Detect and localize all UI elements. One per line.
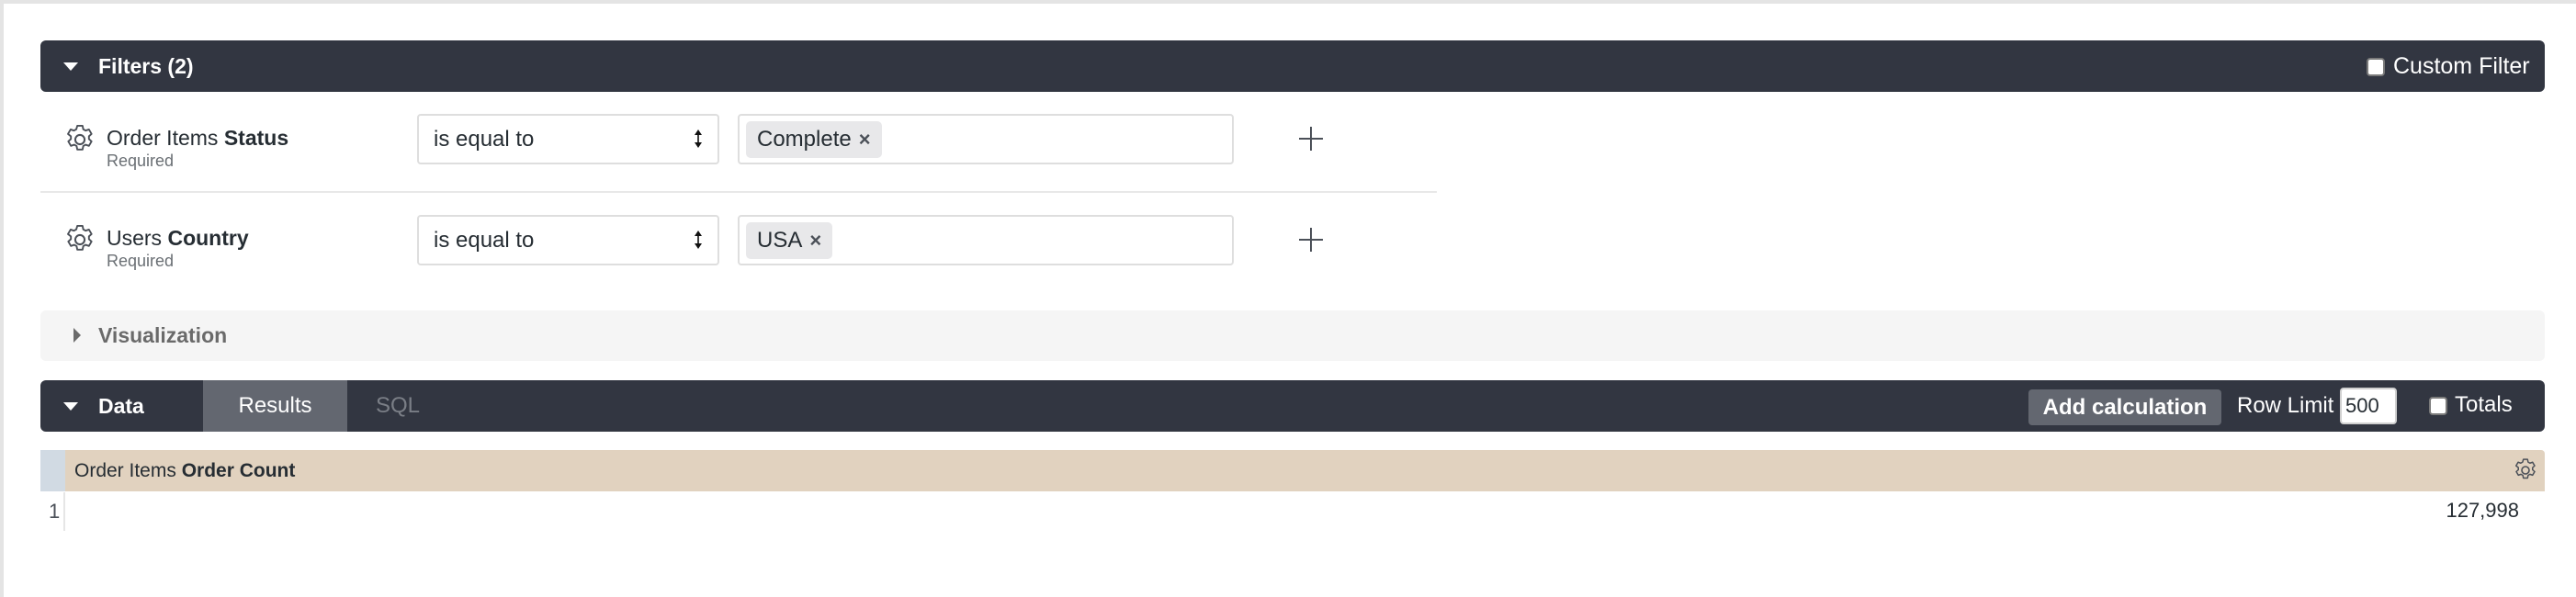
- collapse-caret-icon[interactable]: [63, 402, 78, 411]
- filter-value-input[interactable]: USA ×: [738, 215, 1234, 265]
- expand-caret-icon[interactable]: [73, 328, 81, 343]
- column-header-order-count[interactable]: Order Items Order Count: [65, 450, 2545, 491]
- chip-label: Complete: [757, 127, 852, 152]
- operator-value: is equal to: [434, 127, 535, 152]
- filter-row-order-items-status: Order Items Status Required is equal to …: [40, 92, 1437, 193]
- add-filter-value-button[interactable]: [1299, 228, 1323, 252]
- row-limit-label: Row Limit: [2237, 393, 2334, 418]
- row-number-cell: 1: [40, 492, 65, 531]
- custom-filter-checkbox[interactable]: [2367, 58, 2385, 76]
- add-filter-value-button[interactable]: [1299, 127, 1323, 151]
- table-cell-order-count: 127,998: [2446, 499, 2519, 522]
- add-calculation-button[interactable]: Add calculation: [2028, 389, 2221, 425]
- row-number-header: [40, 450, 65, 491]
- value-chip: USA ×: [746, 222, 833, 259]
- filter-field-label: Users Country: [107, 226, 249, 250]
- updown-arrows-icon: [695, 231, 702, 249]
- filter-field-label: Order Items Status: [107, 126, 289, 150]
- totals-label[interactable]: Totals: [2455, 392, 2513, 418]
- operator-select[interactable]: is equal to: [417, 114, 719, 164]
- column-gear-icon[interactable]: [2512, 456, 2539, 484]
- filter-row-users-country: Users Country Required is equal to USA ×: [40, 193, 1437, 294]
- row-limit-input[interactable]: [2340, 388, 2397, 424]
- value-chip: Complete ×: [746, 121, 882, 158]
- tab-sql[interactable]: SQL: [347, 380, 448, 432]
- data-title[interactable]: Data: [98, 394, 144, 419]
- collapse-caret-icon[interactable]: [63, 62, 78, 71]
- gear-icon[interactable]: [62, 222, 97, 257]
- gear-icon[interactable]: [62, 122, 97, 157]
- page-border-top: [0, 0, 2576, 4]
- data-header: Data Results SQL Add calculation Row Lim…: [40, 380, 2545, 432]
- custom-filter-label[interactable]: Custom Filter: [2393, 53, 2530, 80]
- visualization-title: Visualization: [98, 323, 228, 347]
- updown-arrows-icon: [695, 130, 702, 148]
- column-header-label: Order Items Order Count: [74, 460, 296, 481]
- row-number: 1: [49, 500, 61, 523]
- filters-header[interactable]: Filters (2) Custom Filter: [40, 40, 2545, 92]
- operator-value: is equal to: [434, 228, 535, 253]
- chip-label: USA: [757, 228, 803, 253]
- filter-required-label: Required: [107, 252, 175, 270]
- operator-select[interactable]: is equal to: [417, 215, 719, 265]
- filter-required-label: Required: [107, 152, 175, 170]
- remove-chip-icon[interactable]: ×: [859, 128, 871, 152]
- page-border-left: [0, 0, 4, 597]
- remove-chip-icon[interactable]: ×: [809, 229, 821, 253]
- totals-checkbox[interactable]: [2429, 397, 2447, 415]
- visualization-header[interactable]: Visualization: [40, 310, 2545, 361]
- tab-results[interactable]: Results: [203, 380, 347, 432]
- filters-title: Filters (2): [98, 54, 194, 78]
- filter-value-input[interactable]: Complete ×: [738, 114, 1234, 164]
